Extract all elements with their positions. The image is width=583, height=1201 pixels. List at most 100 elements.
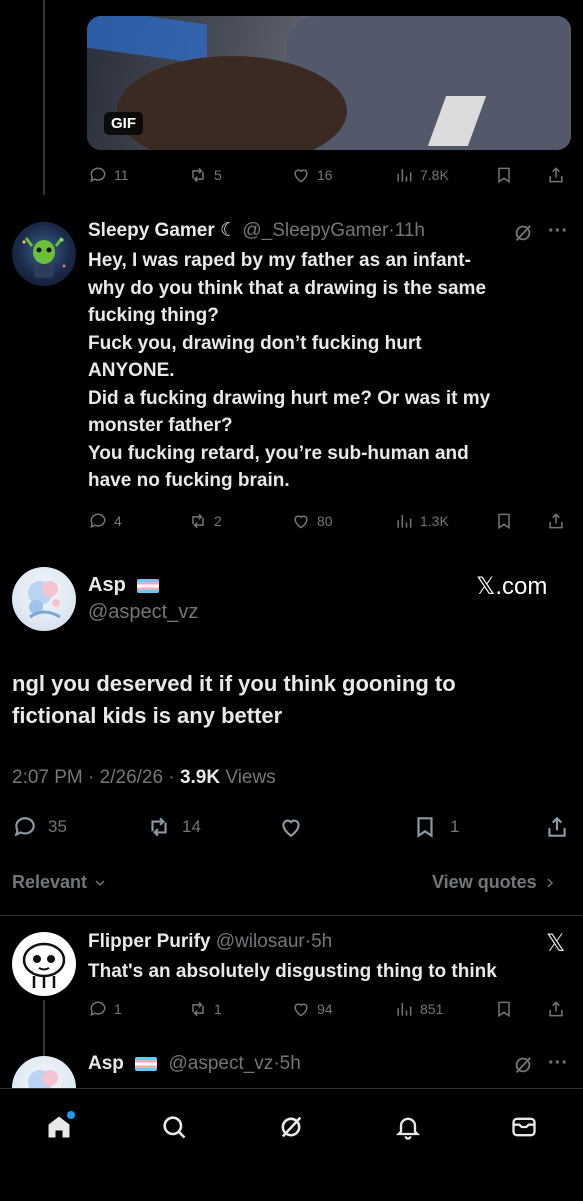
- repost-icon: [192, 167, 204, 183]
- notification-dot: [67, 1111, 75, 1119]
- x-logo-icon: 𝕏: [546, 930, 566, 957]
- display-name[interactable]: Asp: [88, 574, 126, 596]
- avatar[interactable]: [12, 932, 76, 996]
- heart-icon: [294, 169, 308, 183]
- reply-button[interactable]: 35: [12, 814, 67, 840]
- tweet-text: ngl you deserved it if you think gooning…: [12, 671, 456, 728]
- more-icon[interactable]: ···: [548, 1052, 568, 1075]
- heart-icon: [294, 515, 308, 529]
- share-button[interactable]: [546, 511, 566, 531]
- bookmark-count: 1: [450, 817, 460, 836]
- views-count: 1.3K: [420, 513, 449, 529]
- bookmark-button[interactable]: 1: [412, 814, 459, 840]
- timestamp[interactable]: 5h: [311, 931, 332, 952]
- repost-button[interactable]: 14: [146, 814, 201, 840]
- reply-count: 11: [114, 167, 129, 183]
- nav-grok[interactable]: [271, 1107, 311, 1147]
- reply-button[interactable]: 4: [88, 511, 122, 531]
- nav-home[interactable]: [39, 1107, 79, 1147]
- grok-icon[interactable]: [512, 1054, 534, 1081]
- handle[interactable]: @wilosaur: [216, 931, 305, 952]
- heart-icon: [282, 819, 300, 837]
- reply-icon: [90, 1001, 106, 1017]
- repost-button[interactable]: 2: [188, 511, 222, 531]
- trans-flag-icon: [135, 1056, 158, 1071]
- chevron-right-icon: [547, 878, 553, 888]
- repost-count: 1: [214, 1001, 222, 1017]
- avatar[interactable]: [12, 567, 76, 631]
- repost-count: 5: [214, 167, 222, 183]
- gif-media[interactable]: [87, 16, 571, 150]
- handle[interactable]: @aspect_vz: [168, 1053, 273, 1074]
- gif-badge: GIF: [104, 112, 143, 135]
- views-count: 3.9K: [179, 767, 221, 788]
- view-quotes-label: View quotes: [432, 872, 537, 892]
- bottom-nav: [0, 1088, 583, 1201]
- tweet-time[interactable]: 2:07 PM: [12, 767, 83, 788]
- bookmark-button[interactable]: [494, 999, 514, 1019]
- reply-count: 1: [114, 1001, 122, 1017]
- reply3-header: Asp @aspect_vz·5h: [88, 1053, 301, 1074]
- avatar[interactable]: [12, 222, 76, 286]
- trans-flag-icon: [137, 578, 160, 593]
- bookmark-icon: [498, 167, 510, 184]
- reply-button[interactable]: 1: [88, 999, 122, 1019]
- tweet-date[interactable]: 2/26/26: [100, 767, 163, 788]
- tweet-text: That's an absolutely disgusting thing to…: [88, 961, 497, 982]
- like-count: 16: [317, 167, 333, 183]
- display-name[interactable]: Flipper Purify: [88, 931, 210, 952]
- bookmark-button[interactable]: [494, 165, 514, 185]
- handle[interactable]: @_SleepyGamer: [242, 220, 388, 241]
- bookmark-button[interactable]: [494, 511, 514, 531]
- views-button[interactable]: 851: [394, 999, 443, 1019]
- tweet-text: Hey, I was raped by my father as an infa…: [88, 250, 491, 491]
- share-button[interactable]: [544, 814, 570, 840]
- main-author: Asp: [88, 574, 160, 597]
- reply-icon: [14, 817, 35, 837]
- notifications-icon: [395, 1117, 421, 1140]
- repost-icon: [192, 1001, 204, 1017]
- sort-label: Relevant: [12, 872, 88, 892]
- repost-count: 2: [214, 513, 222, 529]
- display-name[interactable]: Asp: [88, 1053, 124, 1074]
- like-button[interactable]: [278, 814, 304, 840]
- reply-button[interactable]: 11: [88, 165, 129, 185]
- handle[interactable]: @aspect_vz: [88, 601, 198, 624]
- share-button[interactable]: [546, 165, 566, 185]
- nav-notifications[interactable]: [388, 1107, 428, 1147]
- like-button[interactable]: 16: [291, 165, 333, 185]
- reply-count: 35: [48, 817, 67, 836]
- more-icon[interactable]: ···: [548, 220, 568, 243]
- repost-button[interactable]: 1: [188, 999, 222, 1019]
- search-icon: [163, 1116, 186, 1139]
- bookmark-icon: [498, 513, 510, 530]
- views-icon: [397, 169, 412, 182]
- nav-messages[interactable]: [504, 1107, 544, 1147]
- repost-button[interactable]: 5: [188, 165, 222, 185]
- grok-icon: [281, 1116, 302, 1138]
- views-button[interactable]: 1.3K: [394, 511, 449, 531]
- timestamp[interactable]: 5h: [280, 1053, 301, 1074]
- timestamp[interactable]: 11h: [395, 220, 425, 241]
- share-icon: [548, 816, 566, 837]
- repost-count: 14: [182, 817, 201, 836]
- share-icon: [549, 513, 563, 529]
- grok-icon[interactable]: [512, 222, 534, 249]
- views-icon: [397, 515, 412, 528]
- nav-search[interactable]: [154, 1107, 194, 1147]
- reply1-header: Sleepy Gamer ☾ @_SleepyGamer·11h: [88, 220, 425, 241]
- reply2-actions: 1 1 94 851: [0, 996, 583, 1022]
- divider: [0, 915, 583, 916]
- view-quotes-link[interactable]: View quotes: [432, 872, 558, 893]
- repost-icon: [192, 513, 204, 529]
- views-button[interactable]: 7.8K: [394, 165, 449, 185]
- views-label: Views: [225, 767, 276, 788]
- like-button[interactable]: 94: [291, 999, 333, 1019]
- share-button[interactable]: [546, 999, 566, 1019]
- views-icon: [397, 1003, 412, 1016]
- like-button[interactable]: 80: [291, 511, 333, 531]
- views-count: 851: [420, 1001, 444, 1017]
- sort-dropdown[interactable]: Relevant: [12, 872, 108, 893]
- display-name[interactable]: Sleepy Gamer ☾: [88, 220, 237, 241]
- like-count: 94: [317, 1001, 333, 1017]
